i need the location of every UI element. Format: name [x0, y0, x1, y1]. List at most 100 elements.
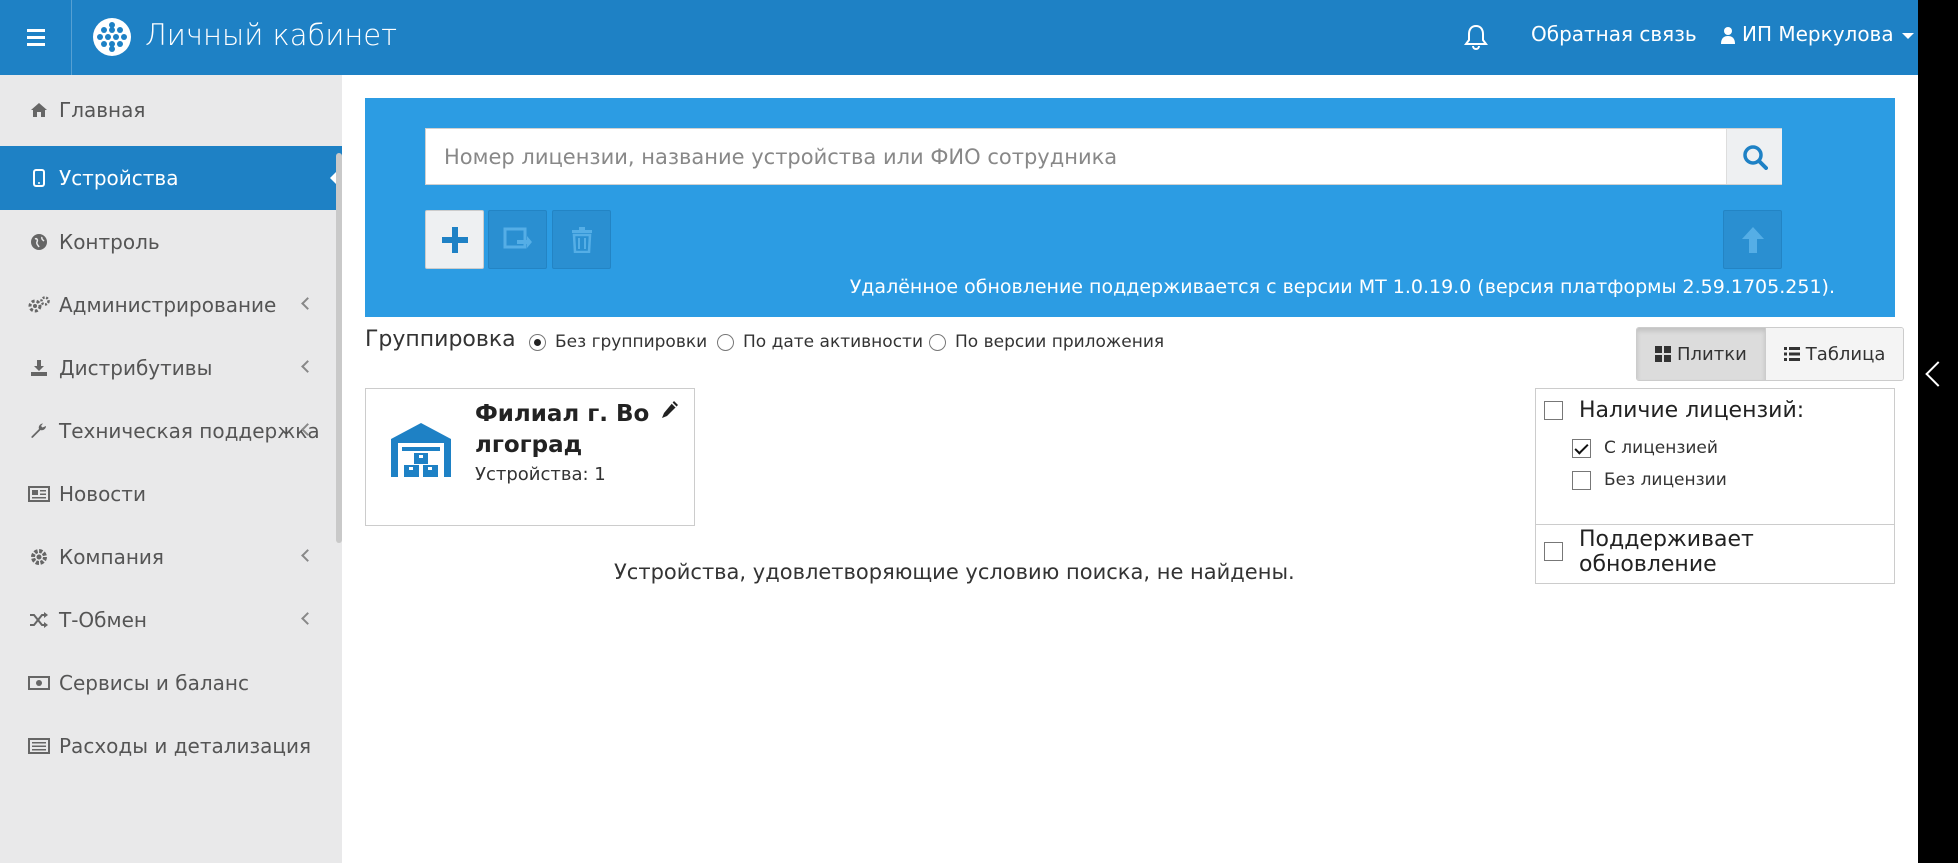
radio-icon — [929, 333, 946, 351]
license-filter-toggle[interactable]: Наличие лицензий: — [1536, 389, 1894, 432]
hamburger-icon — [26, 27, 45, 48]
sidebar-item-label: Сервисы и баланс — [59, 671, 249, 695]
search-input[interactable] — [426, 129, 1722, 184]
user-menu[interactable]: ИП Меркулова — [1720, 22, 1914, 46]
empty-result-message: Устройства, удовлетворяющие условию поис… — [614, 560, 1295, 584]
gear-icon — [28, 546, 50, 568]
edit-pencil-icon[interactable] — [660, 399, 680, 421]
sidebar-item-devices[interactable]: Устройства — [0, 146, 342, 210]
sidebar-item-expenses[interactable]: Расходы и детализация — [0, 714, 342, 778]
th-large-icon — [1655, 346, 1671, 362]
view-tiles-label: Плитки — [1677, 343, 1747, 365]
filter-option-with-license[interactable]: С лицензией — [1536, 432, 1894, 464]
logo-icon — [93, 18, 131, 56]
grouping-option-app-version[interactable]: По версии приложения — [929, 332, 1164, 352]
home-icon — [28, 99, 50, 121]
view-tiles-button[interactable]: Плитки — [1637, 328, 1765, 380]
app-title: Личный кабинет — [145, 18, 398, 52]
update-notice: Удалённое обновление поддерживается с ве… — [849, 276, 1835, 298]
main-content: Удалённое обновление поддерживается с ве… — [342, 75, 1918, 863]
delete-device-button[interactable] — [552, 210, 611, 269]
sidebar-item-label: Администрирование — [59, 293, 277, 317]
license-filter: Наличие лицензий: С лицензией Без лиценз… — [1536, 389, 1894, 525]
branch-device-count: Устройства: 1 — [475, 464, 606, 485]
checkbox-icon — [1572, 470, 1591, 490]
sidebar: Главная Устройства Контроль Администриро… — [0, 75, 342, 863]
search-button[interactable] — [1726, 129, 1782, 184]
filter-option-label: Без лицензии — [1604, 470, 1727, 490]
view-table-label: Таблица — [1805, 343, 1886, 365]
sidebar-item-news[interactable]: Новости — [0, 462, 342, 526]
grouping-label: Группировка — [365, 327, 516, 352]
caret-down-icon — [1901, 32, 1914, 39]
shuffle-icon — [28, 609, 50, 631]
mobile-icon — [28, 167, 50, 189]
list-icon — [1783, 347, 1800, 361]
filter-option-without-license[interactable]: Без лицензии — [1536, 464, 1894, 496]
download-icon — [28, 357, 50, 379]
radio-icon — [717, 333, 734, 351]
user-icon — [1720, 25, 1736, 44]
radio-selected-icon — [529, 333, 546, 351]
arrow-up-icon — [1741, 226, 1764, 253]
view-table-button[interactable]: Таблица — [1764, 328, 1904, 380]
grouping-option-none[interactable]: Без группировки — [529, 332, 707, 352]
sidebar-item-label: Дистрибутивы — [59, 356, 213, 380]
sidebar-item-home[interactable]: Главная — [0, 78, 342, 142]
update-device-button[interactable] — [1723, 210, 1782, 269]
checkbox-icon — [1544, 401, 1563, 420]
radio-label: По дате активности — [743, 332, 923, 352]
grouping-option-activity-date[interactable]: По дате активности — [717, 332, 923, 352]
sidebar-item-distributives[interactable]: Дистрибутивы — [0, 336, 342, 400]
move-device-button[interactable] — [488, 210, 547, 269]
search-box — [425, 128, 1782, 185]
sidebar-item-administration[interactable]: Администрирование — [0, 273, 342, 337]
filter-option-label: С лицензией — [1604, 438, 1718, 458]
sidebar-item-label: Устройства — [59, 166, 179, 190]
update-filter-toggle[interactable]: Поддерживает обновление — [1536, 527, 1894, 577]
newspaper-icon — [28, 483, 50, 505]
sidebar-item-label: Главная — [59, 98, 146, 122]
search-icon — [1742, 144, 1768, 170]
wrench-icon — [28, 420, 50, 442]
sidebar-item-label: Т-Обмен — [59, 608, 147, 632]
trash-icon — [571, 226, 592, 253]
update-filter: Поддерживает обновление — [1536, 525, 1894, 583]
menu-toggle-button[interactable] — [0, 0, 72, 75]
globe-icon — [28, 231, 50, 253]
checkbox-checked-icon — [1572, 438, 1591, 458]
chevron-left-icon — [301, 549, 314, 562]
license-filter-label: Наличие лицензий: — [1579, 398, 1805, 423]
sidebar-item-label: Компания — [59, 545, 164, 569]
radio-label: По версии приложения — [955, 332, 1165, 352]
chevron-left-icon — [301, 297, 314, 310]
list-alt-icon — [28, 735, 50, 757]
sidebar-item-label: Новости — [59, 482, 146, 506]
move-icon — [503, 227, 532, 248]
sidebar-item-services-balance[interactable]: Сервисы и баланс — [0, 651, 342, 715]
filter-panel: Наличие лицензий: С лицензией Без лиценз… — [1535, 388, 1895, 584]
add-device-button[interactable] — [425, 210, 484, 269]
gears-icon — [28, 294, 50, 316]
sidebar-item-company[interactable]: Компания — [0, 525, 342, 589]
branch-card[interactable]: Филиал г. Волгоград Устройства: 1 — [365, 388, 695, 526]
sidebar-item-tech-support[interactable]: Техническая поддержка — [0, 399, 342, 463]
sidebar-item-label: Техническая поддержка — [59, 419, 320, 443]
top-bar: Личный кабинет Обратная связь ИП Меркуло… — [0, 0, 1918, 75]
radio-label: Без группировки — [555, 332, 708, 352]
panel-expand-chevron-icon[interactable] — [1925, 361, 1951, 387]
money-icon — [28, 672, 50, 694]
sidebar-item-label: Контроль — [59, 230, 160, 254]
sidebar-item-t-exchange[interactable]: Т-Обмен — [0, 588, 342, 652]
sidebar-item-control[interactable]: Контроль — [0, 210, 342, 274]
checkbox-icon — [1544, 542, 1563, 561]
view-toggle: Плитки Таблица — [1636, 327, 1905, 381]
update-filter-label: Поддерживает обновление — [1579, 526, 1754, 577]
warehouse-icon — [388, 419, 454, 481]
feedback-link[interactable]: Обратная связь — [1531, 22, 1697, 46]
chevron-left-icon — [301, 612, 314, 625]
chevron-left-icon — [301, 360, 314, 373]
sidebar-item-label: Расходы и детализация — [59, 734, 312, 758]
notifications-bell-icon[interactable] — [1462, 22, 1490, 52]
plus-icon — [441, 226, 468, 253]
